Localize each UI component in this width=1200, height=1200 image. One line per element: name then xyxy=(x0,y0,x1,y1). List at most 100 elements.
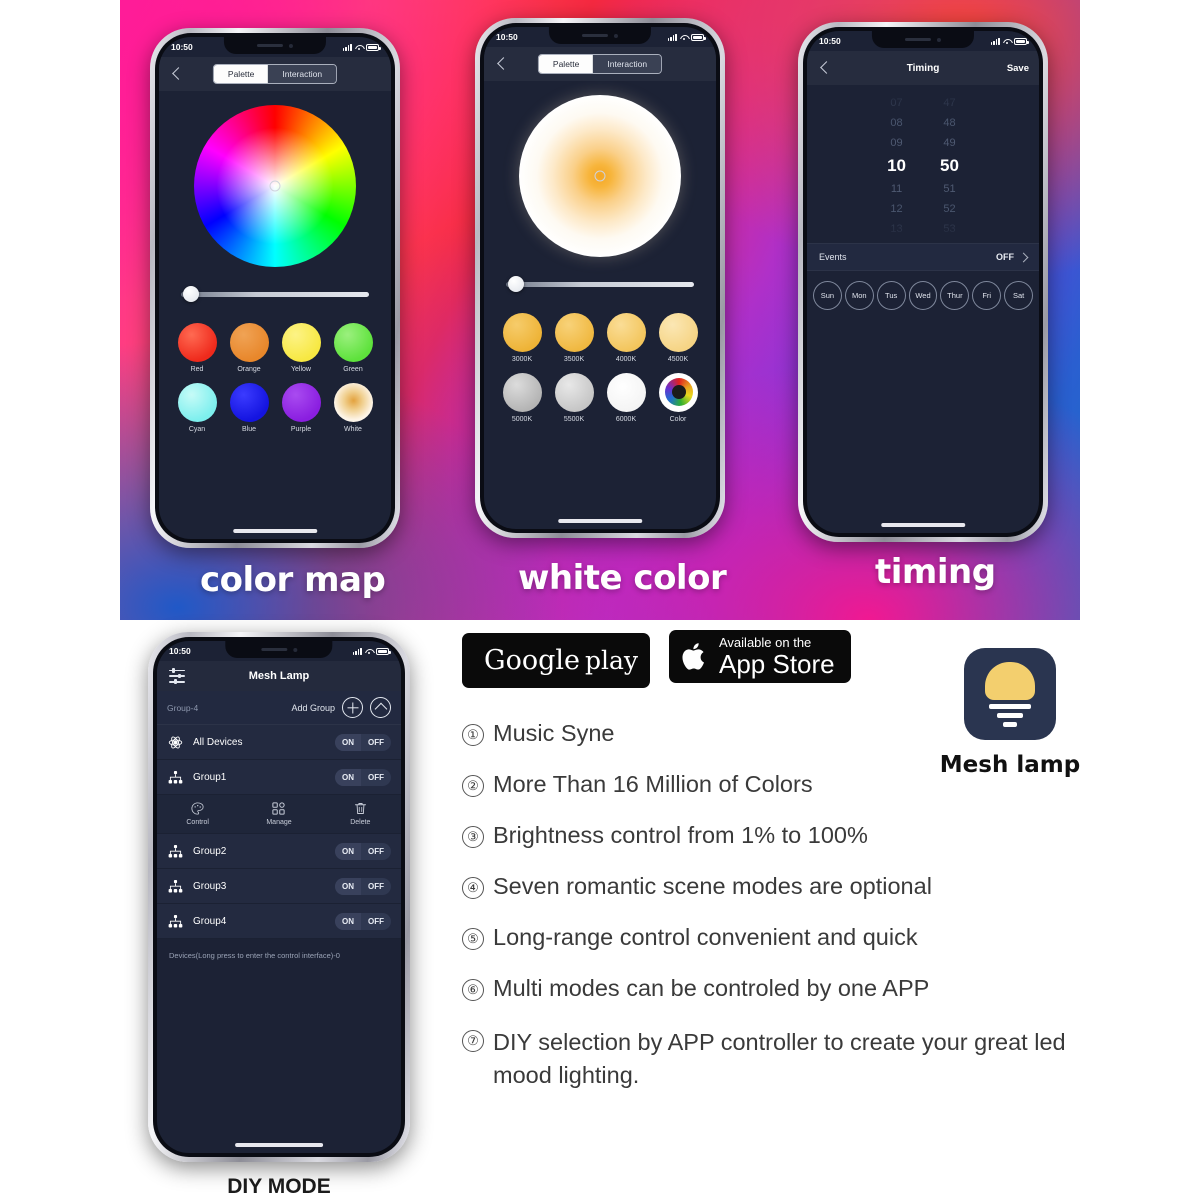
off-button[interactable]: OFF xyxy=(361,913,391,930)
swatch-orange[interactable]: Orange xyxy=(223,323,275,373)
minute-option-selected[interactable]: 50 xyxy=(940,153,959,179)
on-off-toggle[interactable]: ON OFF xyxy=(335,912,391,930)
swatch-5500k[interactable]: 5500K xyxy=(548,373,600,423)
slider-knob[interactable] xyxy=(508,276,524,292)
minute-option[interactable]: 49 xyxy=(943,133,955,153)
back-icon[interactable] xyxy=(169,67,183,81)
collapse-chevron-up-icon[interactable] xyxy=(370,697,391,718)
feature-text: Multi modes can be controled by one APP xyxy=(493,975,930,1001)
back-icon[interactable] xyxy=(494,57,508,71)
wifi-icon xyxy=(1003,38,1011,45)
on-off-toggle[interactable]: ON OFF xyxy=(335,842,391,860)
hour-option[interactable]: 12 xyxy=(890,199,902,219)
swatch-green[interactable]: Green xyxy=(327,323,379,373)
swatch-4000k[interactable]: 4000K xyxy=(600,313,652,363)
day-mon[interactable]: Mon xyxy=(844,281,874,310)
minute-option[interactable]: 52 xyxy=(943,199,955,219)
google-play-badge[interactable]: Google play xyxy=(462,633,650,688)
action-control[interactable]: Control xyxy=(157,795,238,833)
feature-text: DIY selection by APP controller to creat… xyxy=(493,1029,1066,1089)
off-button[interactable]: OFF xyxy=(361,734,391,751)
minute-option[interactable]: 47 xyxy=(943,93,955,113)
color-wheel[interactable] xyxy=(194,105,356,267)
swatch-red[interactable]: Red xyxy=(171,323,223,373)
slider-knob[interactable] xyxy=(183,286,199,302)
brightness-slider[interactable] xyxy=(181,286,369,302)
back-icon[interactable] xyxy=(817,61,831,75)
tab-palette[interactable]: Palette xyxy=(213,65,269,83)
minute-option[interactable]: 53 xyxy=(943,219,955,239)
tab-interaction[interactable]: Interaction xyxy=(593,55,662,73)
row-group3[interactable]: Group3 ON OFF xyxy=(157,869,401,904)
on-button[interactable]: ON xyxy=(335,912,361,930)
add-group-label[interactable]: Add Group xyxy=(291,703,335,713)
day-fri[interactable]: Fri xyxy=(972,281,1002,310)
segmented-control: Palette Interaction xyxy=(212,64,338,84)
white-color-wheel[interactable] xyxy=(519,95,681,257)
day-tus[interactable]: Tus xyxy=(876,281,906,310)
row-group2[interactable]: Group2 ON OFF xyxy=(157,834,401,869)
screen-diy-mode: 10:50 Mesh Lamp Group-4 Add Group All De… xyxy=(157,641,401,1153)
swatch-cyan[interactable]: Cyan xyxy=(171,383,223,433)
swatch-5000k[interactable]: 5000K xyxy=(496,373,548,423)
settings-sliders-icon[interactable] xyxy=(169,668,185,684)
minute-column[interactable]: 47 48 49 50 51 52 53 xyxy=(940,93,959,239)
day-sat[interactable]: Sat xyxy=(1004,281,1034,310)
row-group1[interactable]: Group1 ON OFF xyxy=(157,760,401,795)
color-wheel-knob[interactable] xyxy=(269,180,281,192)
swatch-3500k[interactable]: 3500K xyxy=(548,313,600,363)
on-off-toggle[interactable]: ON OFF xyxy=(335,768,391,786)
row-all-devices[interactable]: All Devices ON OFF xyxy=(157,725,401,760)
swatch-color[interactable]: Color xyxy=(652,373,704,423)
swatch-yellow[interactable]: Yellow xyxy=(275,323,327,373)
day-sun[interactable]: Sun xyxy=(813,281,842,310)
action-delete[interactable]: Delete xyxy=(320,795,401,833)
off-button[interactable]: OFF xyxy=(361,769,391,786)
white-wheel-knob[interactable] xyxy=(594,170,606,182)
swatch-label: 5500K xyxy=(563,416,585,423)
brightness-slider[interactable] xyxy=(506,276,694,292)
bulb-base-bar-1 xyxy=(989,703,1031,709)
hour-option[interactable]: 09 xyxy=(890,133,902,153)
swatch-white[interactable]: White xyxy=(327,383,379,433)
swatch-6000k[interactable]: 6000K xyxy=(600,373,652,423)
row-group4[interactable]: Group4 ON OFF xyxy=(157,904,401,939)
on-button[interactable]: ON xyxy=(335,877,361,895)
time-picker[interactable]: 07 08 09 10 11 12 13 47 48 49 50 51 52 5… xyxy=(807,85,1039,243)
on-button[interactable]: ON xyxy=(335,768,361,786)
add-group-plus-icon[interactable] xyxy=(342,697,363,718)
day-wed[interactable]: Wed xyxy=(908,281,938,310)
off-button[interactable]: OFF xyxy=(361,843,391,860)
hour-column[interactable]: 07 08 09 10 11 12 13 xyxy=(887,93,906,239)
app-store-badge[interactable]: Available on the App Store xyxy=(669,630,851,683)
swatch-blue[interactable]: Blue xyxy=(223,383,275,433)
day-thur[interactable]: Thur xyxy=(940,281,970,310)
status-bar: 10:50 xyxy=(159,37,391,57)
screen-white-color: 10:50 Palette Interaction 3000K 3500K 40… xyxy=(484,27,716,529)
hour-option[interactable]: 07 xyxy=(890,93,902,113)
minute-option[interactable]: 48 xyxy=(943,113,955,133)
swatch-dot xyxy=(606,373,646,412)
events-row[interactable]: Events OFF xyxy=(807,243,1039,271)
off-button[interactable]: OFF xyxy=(361,878,391,895)
save-button[interactable]: Save xyxy=(1007,63,1029,74)
tab-palette[interactable]: Palette xyxy=(538,55,594,73)
feature-number: ⑥ xyxy=(462,979,484,1001)
swatch-3000k[interactable]: 3000K xyxy=(496,313,548,363)
feature-item: ② More Than 16 Million of Colors xyxy=(462,771,1082,798)
hour-option[interactable]: 08 xyxy=(890,113,902,133)
on-off-toggle[interactable]: ON OFF xyxy=(335,733,391,751)
tab-interaction[interactable]: Interaction xyxy=(268,65,337,83)
on-off-toggle[interactable]: ON OFF xyxy=(335,877,391,895)
minute-option[interactable]: 51 xyxy=(943,179,955,199)
hour-option[interactable]: 13 xyxy=(890,219,902,239)
row-label: All Devices xyxy=(193,736,243,748)
hour-option[interactable]: 11 xyxy=(891,179,902,199)
on-button[interactable]: ON xyxy=(335,733,361,751)
on-button[interactable]: ON xyxy=(335,842,361,860)
hour-option-selected[interactable]: 10 xyxy=(887,153,906,179)
swatch-purple[interactable]: Purple xyxy=(275,383,327,433)
swatch-4500k[interactable]: 4500K xyxy=(652,313,704,363)
action-manage[interactable]: Manage xyxy=(238,795,319,833)
phone-diy-mode: 10:50 Mesh Lamp Group-4 Add Group All De… xyxy=(148,632,410,1162)
